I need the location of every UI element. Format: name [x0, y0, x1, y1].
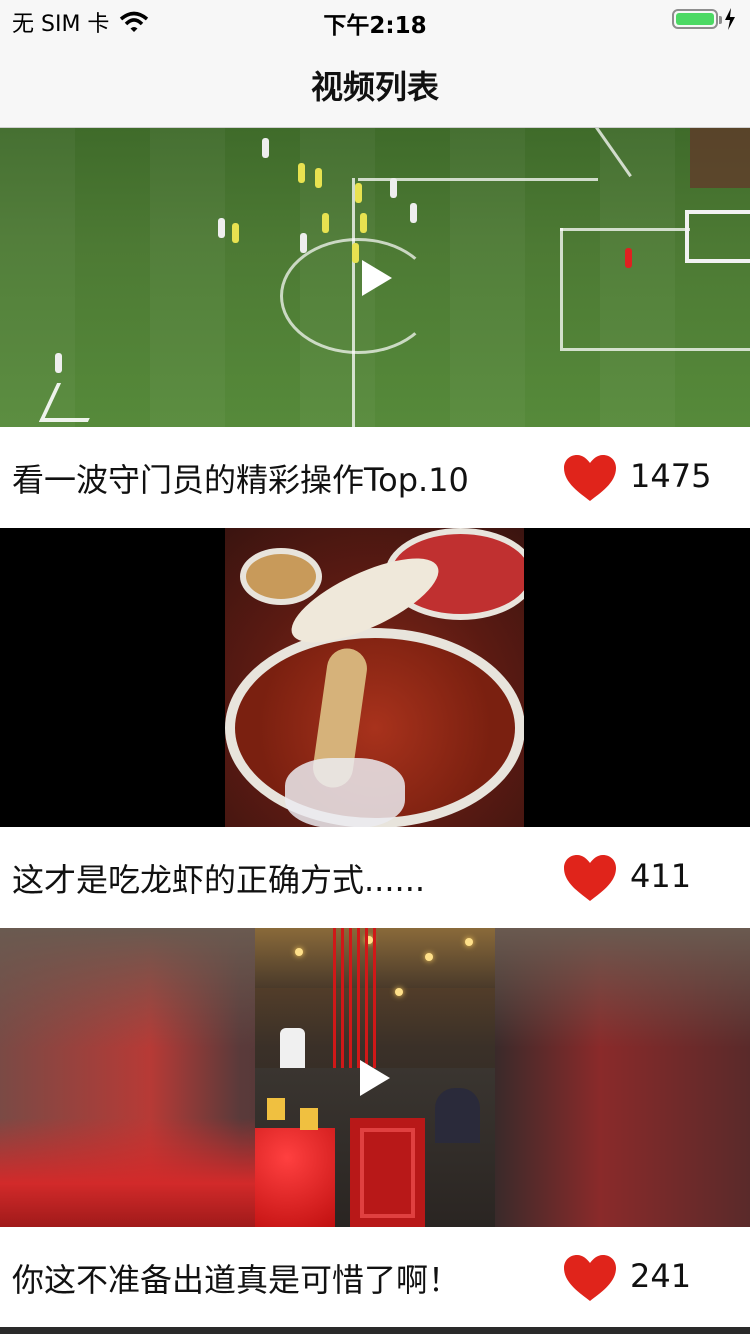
video-caption: 看一波守门员的精彩操作Top.10 1475	[0, 427, 750, 528]
video-list[interactable]: 看一波守门员的精彩操作Top.10 1475 这才是吃龙虾的正确方式......	[0, 128, 750, 1328]
heart-icon[interactable]	[562, 853, 618, 903]
page-title: 视频列表	[310, 68, 439, 106]
video-cell[interactable]: 你这不准备出道真是可惜了啊！ 241	[0, 928, 750, 1328]
heart-icon[interactable]	[562, 1253, 618, 1303]
video-thumbnail[interactable]	[0, 528, 750, 827]
video-cell[interactable]: 看一波守门员的精彩操作Top.10 1475	[0, 128, 750, 528]
video-title: 看一波守门员的精彩操作Top.10	[12, 461, 469, 499]
status-time: 下午2:18	[323, 13, 427, 39]
charging-bolt-icon	[725, 8, 735, 30]
like-count: 411	[630, 857, 692, 895]
heart-icon[interactable]	[562, 453, 618, 503]
video-thumbnail[interactable]	[0, 928, 750, 1227]
play-icon[interactable]	[360, 1060, 390, 1096]
battery-cap	[719, 16, 722, 24]
video-caption: 你这不准备出道真是可惜了啊！ 241	[0, 1227, 750, 1328]
like-count: 241	[630, 1257, 692, 1295]
status-right	[672, 8, 736, 30]
video-title: 你这不准备出道真是可惜了啊！	[12, 1261, 461, 1299]
battery-icon	[672, 9, 722, 29]
navigation-bar: 视频列表	[0, 40, 750, 128]
battery-fill	[676, 13, 714, 25]
like-count: 1475	[630, 457, 712, 495]
next-video-thumbnail-edge	[0, 1327, 750, 1334]
video-thumbnail[interactable]	[0, 128, 750, 427]
status-bar: 无 SIM 卡 下午2:18	[0, 0, 750, 40]
video-caption: 这才是吃龙虾的正确方式...... 411	[0, 827, 750, 928]
video-cell[interactable]: 这才是吃龙虾的正确方式...... 411	[0, 528, 750, 928]
play-icon[interactable]	[362, 260, 392, 296]
video-frame	[225, 528, 524, 827]
video-title: 这才是吃龙虾的正确方式......	[12, 861, 426, 899]
